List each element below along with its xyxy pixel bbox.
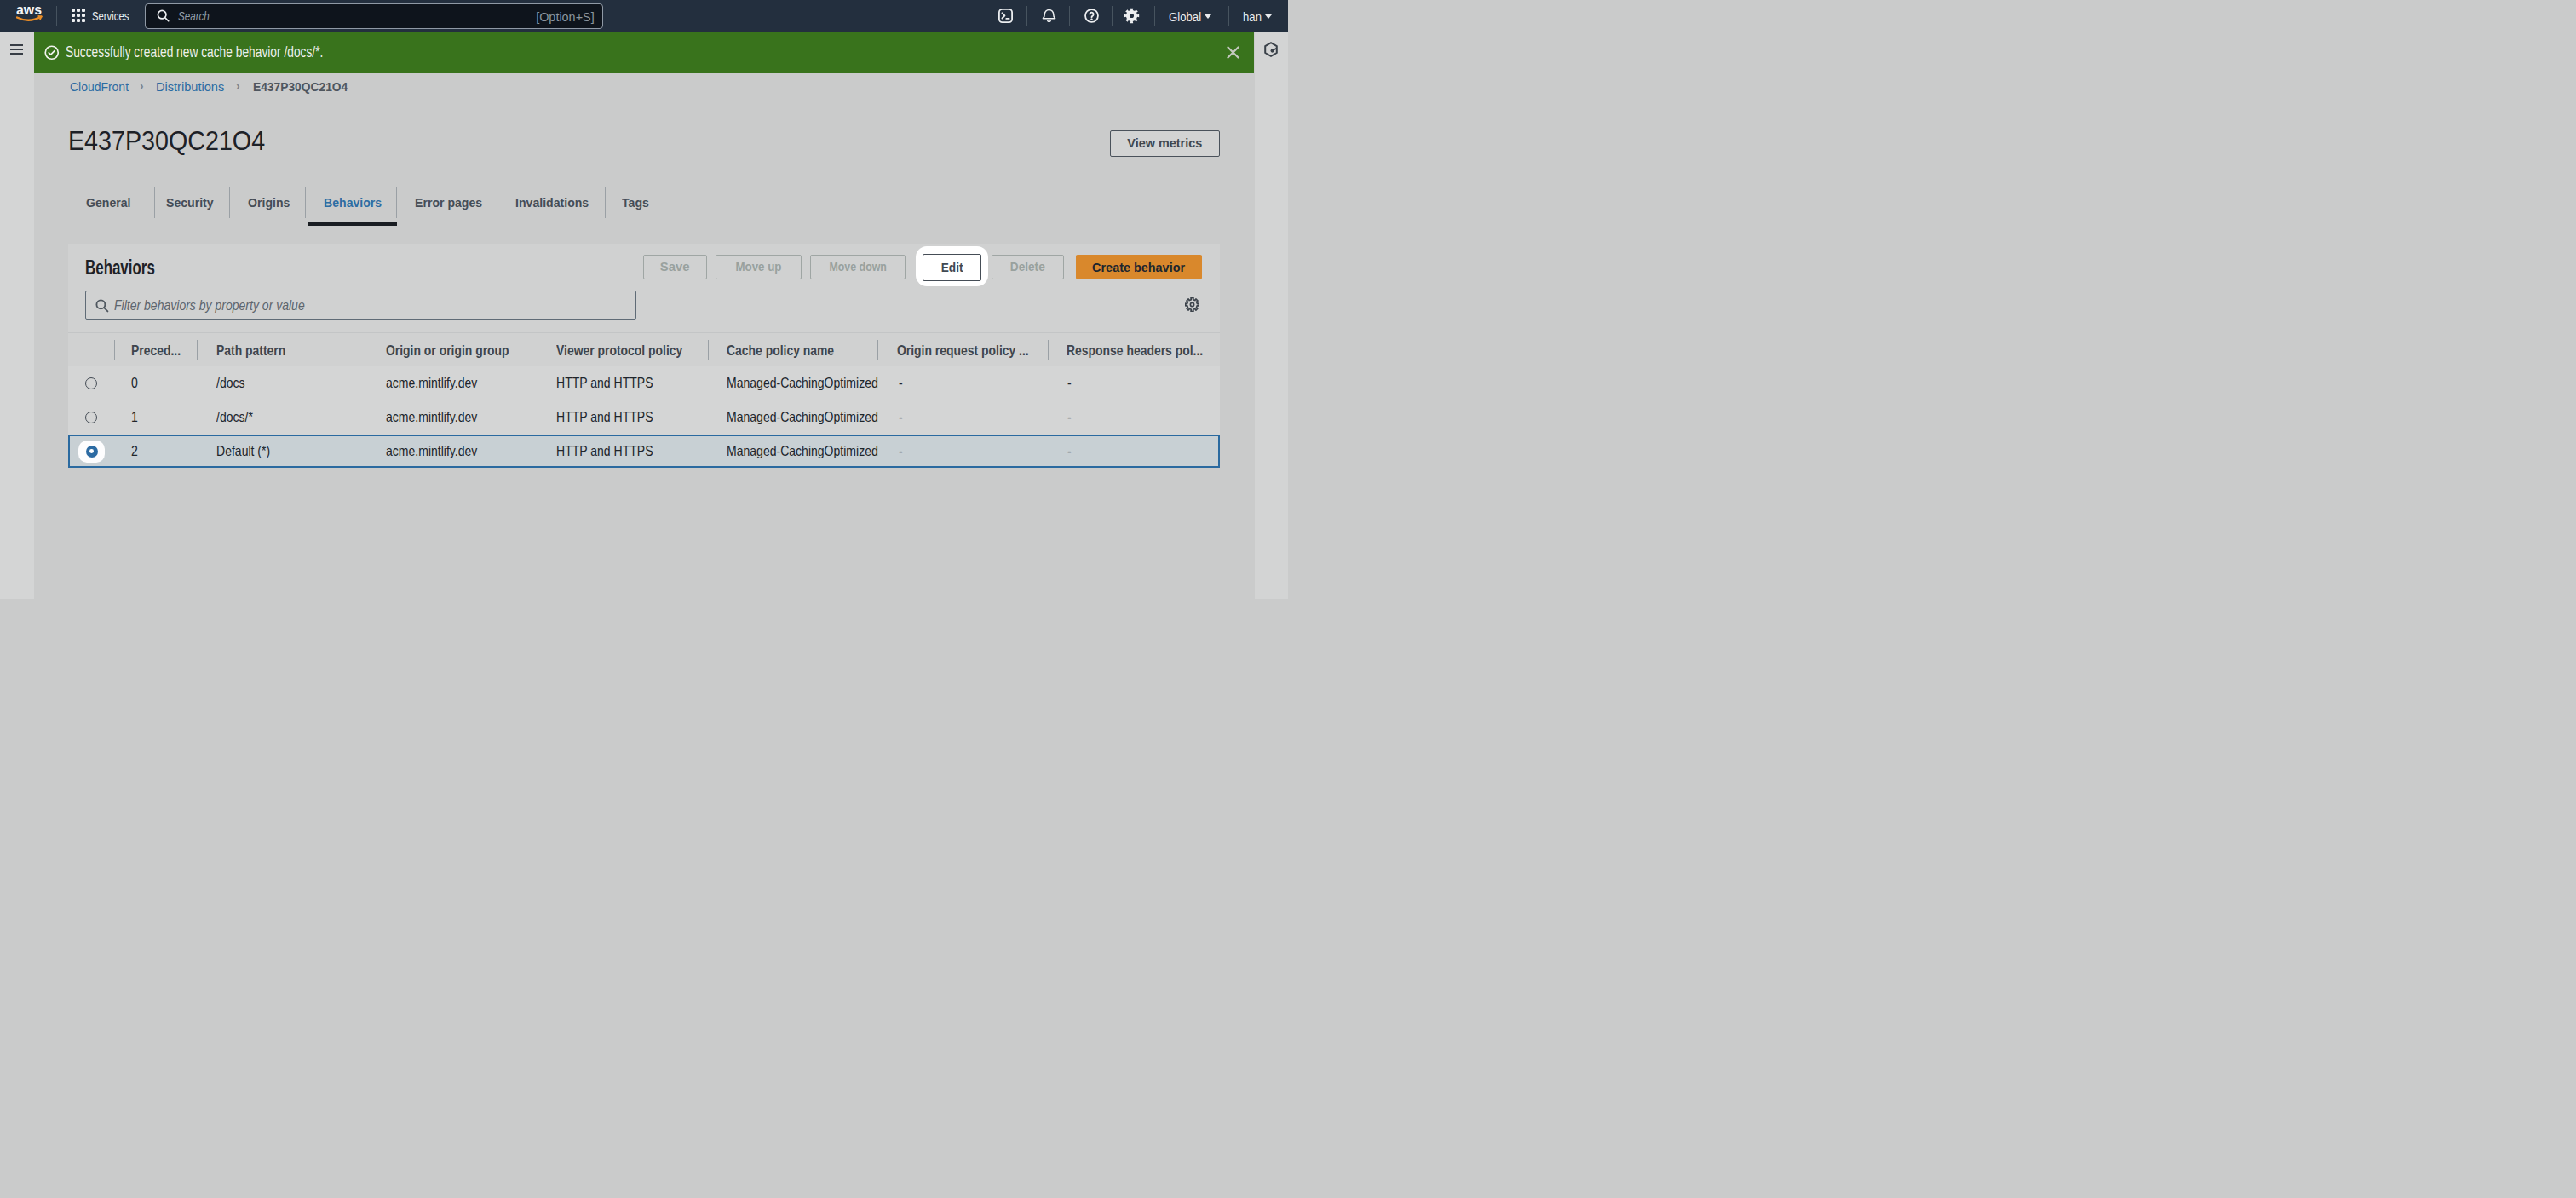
svg-text:aws: aws (16, 4, 42, 17)
